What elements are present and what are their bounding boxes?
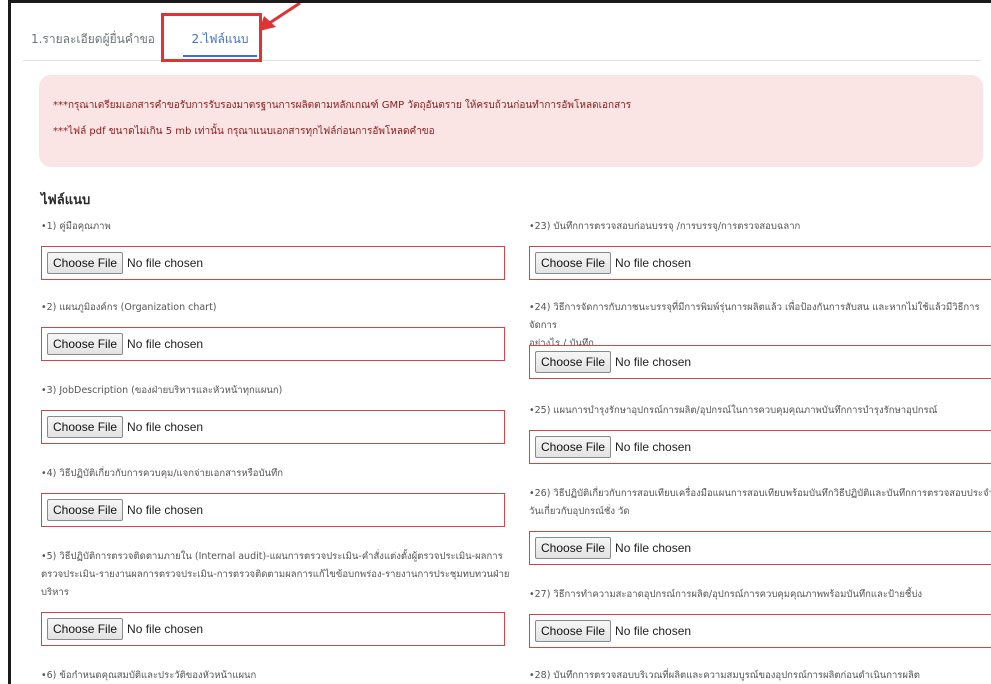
active-tab-indicator [183,55,257,57]
file-input[interactable]: Choose File No file chosen [41,327,505,361]
choose-file-button[interactable]: Choose File [535,351,612,373]
attachment-field-23: •23) บันทึกการตรวจสอบก่อนบรรจุ /การบรรจุ… [529,218,991,288]
field-label: •28) บันทึกการตรวจสอบบริเวณที่ผลิตและควา… [529,670,920,681]
section-title: ไฟล์แนบ [41,193,91,208]
file-status: No file chosen [127,622,204,636]
tab-applicant-details[interactable]: 1.รายละเอียดผู้ยื่นคำขอ [23,17,163,61]
tab-attachments[interactable]: 2.ไฟล์แนบ [171,17,269,61]
tab-attachments-label: 2.ไฟล์แนบ [191,31,249,46]
field-label-line: •5) วิธีปฏิบัติการตรวจติดตามภายใน (Inter… [41,551,503,562]
file-input[interactable]: Choose File No file chosen [529,345,991,379]
field-label: •23) บันทึกการตรวจสอบก่อนบรรจุ /การบรรจุ… [529,221,801,232]
tab-bar: 1.รายละเอียดผู้ยื่นคำขอ 2.ไฟล์แนบ [23,17,981,61]
attachment-field-3: •3) JobDescription (ของฝ่ายบริหารและหัวห… [41,382,511,452]
attachment-field-25: •25) แผนการบำรุงรักษาอุปกรณ์การผลิต/อุปก… [529,402,991,472]
field-label: •4) วิธีปฏิบัติเกี่ยวกับการควบคุม/แจกจ่า… [41,468,283,479]
choose-file-button[interactable]: Choose File [535,620,612,642]
tab-applicant-details-label: 1.รายละเอียดผู้ยื่นคำขอ [30,31,156,46]
field-label: •27) วิธีการทำความสะอาดอุปกรณ์การผลิต/อุ… [529,589,923,600]
field-label-line: วันเกี่ยวกับอุปกรณ์ชั่ง วัด [529,506,630,517]
file-status: No file chosen [615,355,692,369]
file-input[interactable]: Choose File No file chosen [529,531,991,565]
field-label-line: ตรวจประเมิน-รายงานผลการตรวจประเมิน-การตร… [41,569,510,580]
field-label-line: •24) วิธีการจัดการกับภาชนะบรรจุที่มีการพ… [529,302,980,331]
choose-file-button[interactable]: Choose File [47,618,124,640]
file-status: No file chosen [127,256,204,270]
file-status: No file chosen [127,420,204,434]
file-input[interactable]: Choose File No file chosen [529,430,991,464]
field-label: •6) ข้อกำหนดคุณสมบัติและประวัติของหัวหน้… [41,670,257,681]
file-input[interactable]: Choose File No file chosen [41,612,505,646]
file-status: No file chosen [615,624,692,638]
choose-file-button[interactable]: Choose File [47,252,124,274]
field-label-line: •26) วิธีปฏิบัติเกี่ยวกับการสอบเทียบเครื… [529,488,991,499]
attachment-field-28: •28) บันทึกการตรวจสอบบริเวณที่ผลิตและควา… [529,667,991,684]
file-input[interactable]: Choose File No file chosen [41,493,505,527]
file-status: No file chosen [615,440,692,454]
file-status: No file chosen [615,541,692,555]
field-label: •25) แผนการบำรุงรักษาอุปกรณ์การผลิต/อุปก… [529,405,938,416]
file-status: No file chosen [127,337,204,351]
file-input[interactable]: Choose File No file chosen [41,410,505,444]
attachment-field-4: •4) วิธีปฏิบัติเกี่ยวกับการควบคุม/แจกจ่า… [41,465,511,535]
attachment-field-27: •27) วิธีการทำความสะอาดอุปกรณ์การผลิต/อุ… [529,586,991,656]
file-input[interactable]: Choose File No file chosen [529,614,991,648]
attachment-field-1: •1) คู่มือคุณภาพ Choose File No file cho… [41,218,511,288]
field-label-line: บริหาร [41,587,69,598]
file-input[interactable]: Choose File No file chosen [529,246,991,280]
choose-file-button[interactable]: Choose File [535,436,612,458]
file-status: No file chosen [615,256,692,270]
attachment-field-26: •26) วิธีปฏิบัติเกี่ยวกับการสอบเทียบเครื… [529,485,991,575]
choose-file-button[interactable]: Choose File [535,252,612,274]
choose-file-button[interactable]: Choose File [47,416,124,438]
attachment-field-5: •5) วิธีปฏิบัติการตรวจติดตามภายใน (Inter… [41,548,511,648]
notice-line-2: ***ไฟล์ pdf ขนาดไม่เกิน 5 mb เท่านั้น กร… [53,126,435,137]
notice-alert: ***กรุณาเตรียมเอกสารคำขอรับการรับรองมาตร… [39,75,983,167]
file-status: No file chosen [127,503,204,517]
choose-file-button[interactable]: Choose File [47,499,124,521]
notice-line-1: ***กรุณาเตรียมเอกสารคำขอรับการรับรองมาตร… [53,100,632,111]
choose-file-button[interactable]: Choose File [47,333,124,355]
attachment-field-24: •24) วิธีการจัดการกับภาชนะบรรจุที่มีการพ… [529,299,991,389]
field-label: •2) แผนภูมิองค์กร (Organization chart) [41,302,217,313]
field-label: •3) JobDescription (ของฝ่ายบริหารและหัวห… [41,385,283,396]
file-input[interactable]: Choose File No file chosen [41,246,505,280]
attachment-field-6: •6) ข้อกำหนดคุณสมบัติและประวัติของหัวหน้… [41,667,511,684]
choose-file-button[interactable]: Choose File [535,537,612,559]
field-label: •1) คู่มือคุณภาพ [41,221,111,232]
form-frame: 1.รายละเอียดผู้ยื่นคำขอ 2.ไฟล์แนบ ***กรุ… [8,0,991,684]
attachment-field-2: •2) แผนภูมิองค์กร (Organization chart) C… [41,299,511,369]
